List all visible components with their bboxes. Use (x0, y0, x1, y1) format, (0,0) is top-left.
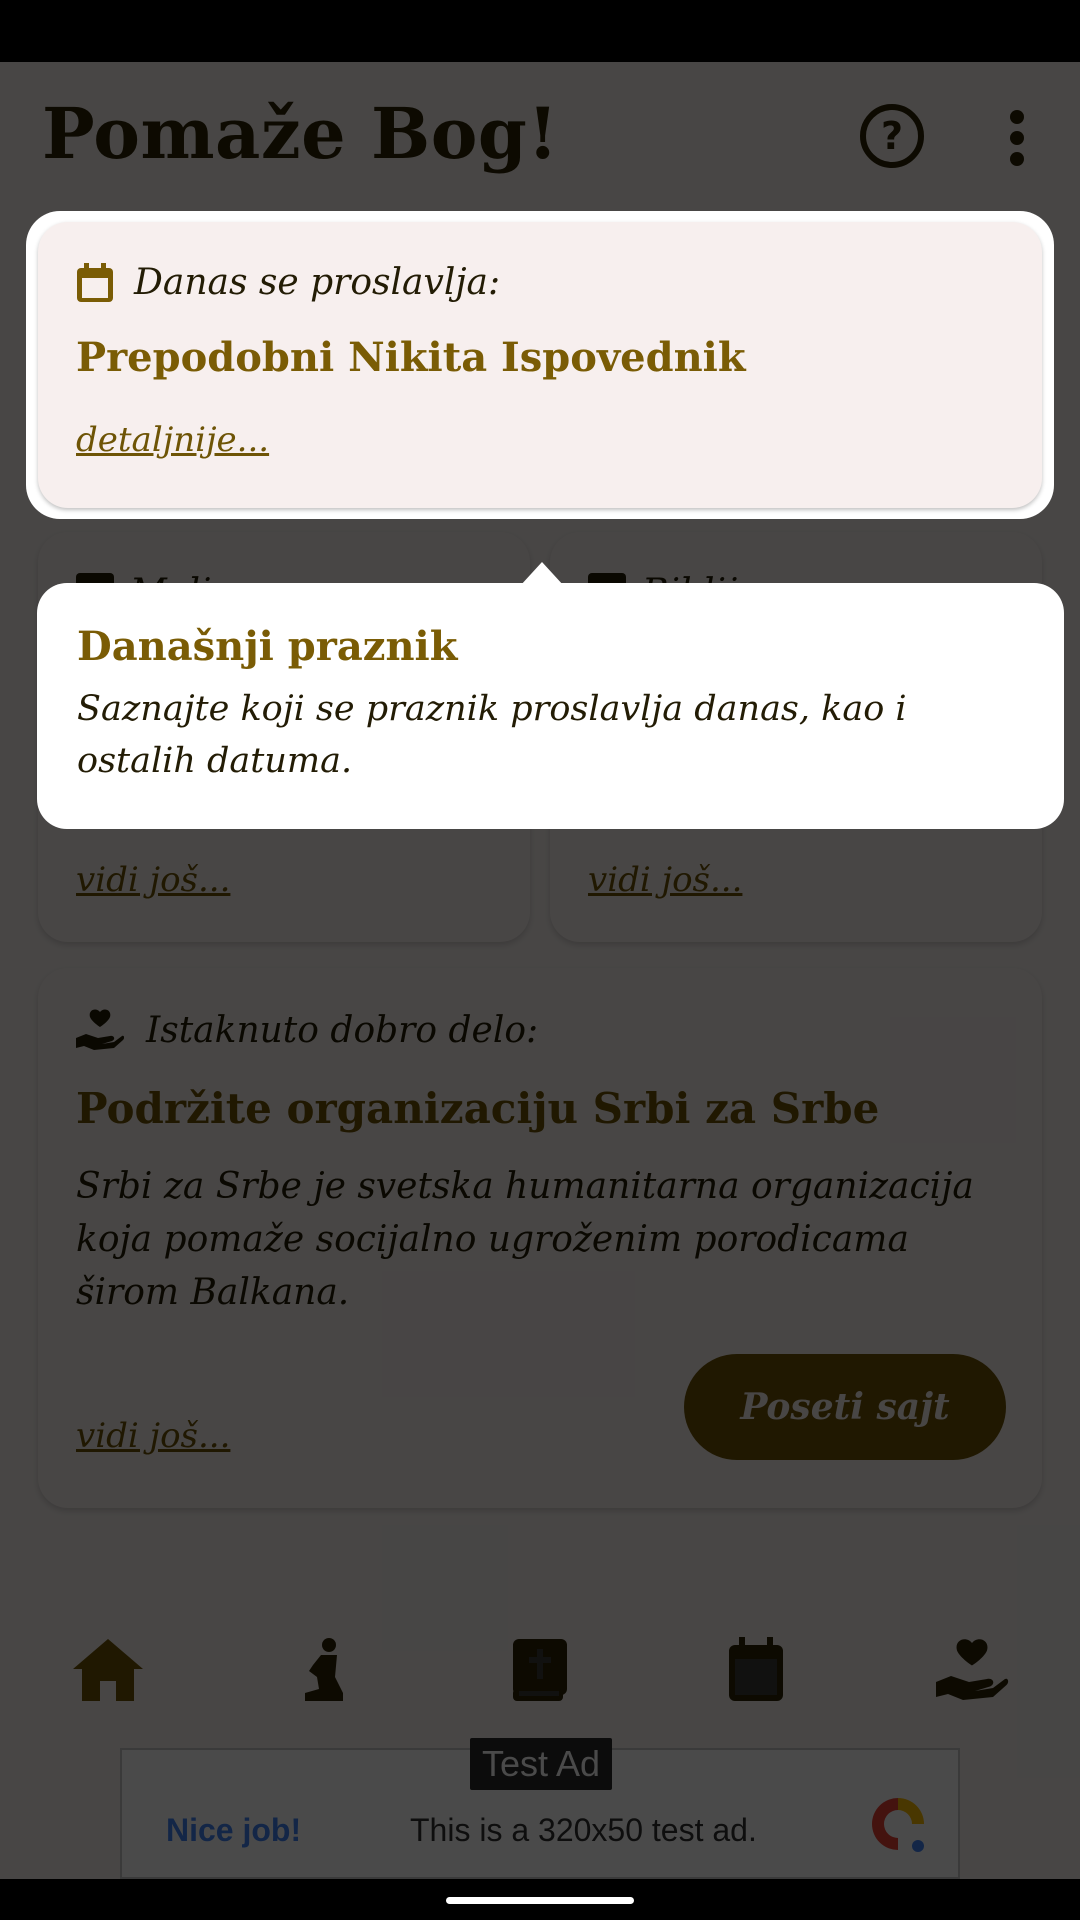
more-icon-dot (1010, 131, 1024, 145)
app-screen: Pomaže Bog! ? Moli... vidi još... Biblij… (0, 62, 1080, 1879)
help-button[interactable]: ? (860, 104, 924, 168)
nav-bible[interactable] (492, 1622, 588, 1718)
calendar-icon (77, 262, 113, 302)
ad-banner[interactable]: Test Ad Nice job! This is a 320x50 test … (120, 1738, 960, 1879)
ad-logo-icon (872, 1798, 924, 1852)
feast-details-link[interactable]: detaljnije... (76, 420, 269, 460)
ad-badge: Test Ad (470, 1738, 612, 1790)
more-icon-dot (1010, 152, 1024, 166)
good-deed-more-link[interactable]: vidi još... (76, 1416, 230, 1456)
pray-icon (305, 1638, 343, 1701)
good-deed-title: Podržite organizaciju Srbi za Srbe (76, 1084, 880, 1133)
nav-home[interactable] (60, 1622, 156, 1718)
feast-heading: Danas se proslavlja: (76, 262, 500, 303)
bible-more-link[interactable]: vidi još... (588, 860, 742, 900)
calendar-icon (729, 1637, 783, 1701)
nav-prayer[interactable] (276, 1622, 372, 1718)
gesture-bar[interactable] (446, 1897, 634, 1904)
ad-text: This is a 320x50 test ad. (410, 1812, 757, 1848)
more-options-button[interactable] (994, 108, 1044, 168)
feast-name: Prepodobni Nikita Ispovednik (76, 334, 746, 381)
good-deed-card: Istaknuto dobro delo: Podržite organizac… (38, 968, 1042, 1508)
more-icon-dot (1010, 110, 1024, 124)
tooltip-text: Saznajte koji se praznik proslavlja dana… (77, 689, 907, 781)
todays-feast-card[interactable]: Danas se proslavlja: Prepodobni Nikita I… (38, 222, 1042, 508)
feast-heading-text: Danas se proslavlja: (134, 262, 501, 303)
nav-charity[interactable] (924, 1622, 1020, 1718)
tooltip-title: Današnji praznik (77, 623, 458, 670)
help-icon: ? (880, 114, 904, 158)
good-deed-description: Srbi za Srbe je svetska humanitarna orga… (76, 1166, 974, 1313)
onboarding-tooltip[interactable]: Današnji praznik Saznajte koji se prazni… (37, 583, 1064, 829)
bible-icon (513, 1639, 567, 1701)
spotlight-highlight: Danas se proslavlja: Prepodobni Nikita I… (26, 211, 1054, 519)
bottom-navigation (0, 1622, 1080, 1742)
ad-headline: Nice job! (166, 1812, 302, 1848)
charity-hand-icon (76, 1009, 124, 1050)
charity-icon (936, 1639, 1009, 1700)
good-deed-heading: Istaknuto dobro delo: (76, 1008, 538, 1052)
nav-calendar[interactable] (708, 1622, 804, 1718)
home-icon (73, 1639, 143, 1701)
good-deed-heading-text: Istaknuto dobro delo: (146, 1009, 539, 1051)
prayer-more-link[interactable]: vidi još... (76, 860, 230, 900)
visit-site-button[interactable]: Poseti sajt (684, 1354, 1006, 1460)
app-title: Pomaže Bog! (42, 92, 559, 175)
